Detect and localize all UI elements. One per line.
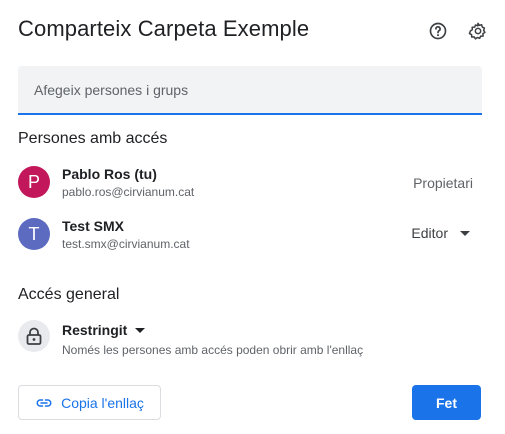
general-access-heading: Accés general	[18, 286, 120, 303]
person-name: Pablo Ros (tu)	[62, 166, 157, 182]
dialog-title: Comparteix Carpeta Exemple	[18, 16, 310, 41]
role-dropdown[interactable]: Editor	[411, 225, 470, 241]
person-row: T Test SMX test.smx@cirvianum.cat Editor	[18, 217, 482, 253]
general-access-mode: Restringit	[62, 322, 128, 338]
people-with-access-heading: Persones amb accés	[18, 130, 168, 147]
lock-icon	[18, 320, 50, 352]
avatar: T	[18, 218, 50, 250]
gear-icon[interactable]	[467, 20, 489, 42]
general-access-dropdown[interactable]: Restringit	[62, 322, 146, 338]
done-button[interactable]: Fet	[412, 385, 481, 420]
person-email: test.smx@cirvianum.cat	[62, 237, 190, 251]
role-dropdown-label: Editor	[411, 225, 448, 241]
link-icon	[35, 394, 53, 412]
person-row: P Pablo Ros (tu) pablo.ros@cirvianum.cat…	[18, 165, 482, 201]
avatar: P	[18, 166, 50, 198]
person-name: Test SMX	[62, 218, 124, 234]
person-email: pablo.ros@cirvianum.cat	[62, 185, 195, 199]
caret-down-icon	[135, 327, 146, 333]
copy-link-label: Copia l'enllaç	[61, 394, 144, 411]
help-icon[interactable]	[427, 20, 449, 42]
caret-down-icon	[460, 230, 470, 236]
add-people-input[interactable]	[18, 66, 482, 113]
role-label: Propietari	[413, 175, 473, 191]
copy-link-button[interactable]: Copia l'enllaç	[18, 385, 161, 420]
add-people-field[interactable]	[18, 66, 482, 115]
general-access-description: Només les persones amb accés poden obrir…	[62, 343, 364, 357]
